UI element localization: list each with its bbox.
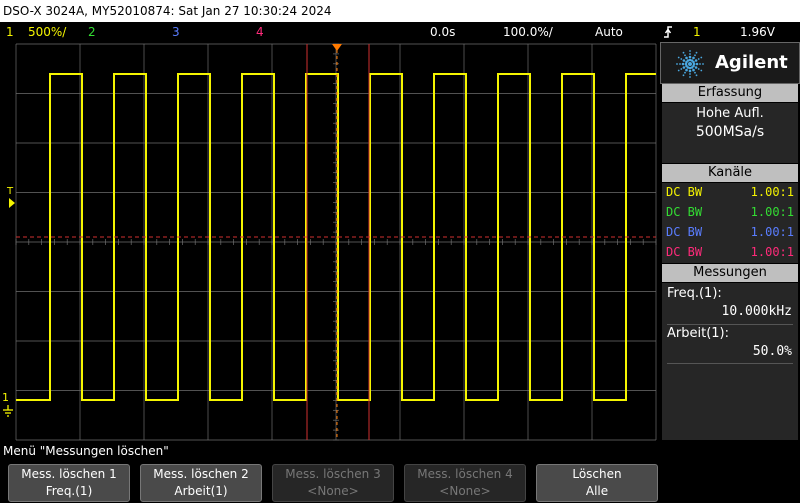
- logo-dot: [692, 68, 695, 72]
- logo-dot: [699, 63, 701, 65]
- logo-dot: [689, 53, 691, 55]
- ch4-number[interactable]: 4: [256, 22, 264, 42]
- logo-dot: [689, 76, 691, 78]
- ch2-number[interactable]: 2: [88, 22, 96, 42]
- logo-dot: [680, 68, 683, 70]
- logo-dot: [689, 50, 691, 52]
- logo-dot: [695, 62, 699, 66]
- logo-dot: [677, 56, 680, 59]
- logo-dot: [684, 54, 686, 57]
- waveform-display[interactable]: T 1: [0, 42, 660, 442]
- logo-dot: [694, 59, 698, 62]
- logo-dot: [676, 63, 678, 65]
- measurement-value-duty: 50.0%: [752, 344, 792, 359]
- measurement-divider: [667, 363, 793, 364]
- time-scale[interactable]: 100.0%/: [503, 22, 553, 42]
- logo-dot: [689, 73, 691, 75]
- trigger-source[interactable]: 1: [693, 22, 701, 42]
- acquisition-panel: Hohe Aufl. 500MSa/s: [662, 103, 798, 163]
- ch3-number[interactable]: 3: [172, 22, 180, 42]
- logo-dot: [677, 69, 680, 72]
- sample-rate: 500MSa/s: [695, 124, 765, 140]
- acquisition-mode: Hohe Aufl.: [696, 106, 764, 121]
- clear-meas-2-button[interactable]: Mess. löschen 2 Arbeit(1): [140, 464, 262, 502]
- logo-dot: [694, 66, 698, 69]
- measurement-value-freq: 10.000kHz: [721, 304, 792, 319]
- measurements-header[interactable]: Messungen: [662, 264, 798, 282]
- logo-dot: [680, 58, 683, 60]
- channels-header[interactable]: Kanäle: [662, 164, 798, 182]
- window-title: DSO-X 3024A, MY52010874: Sat Jan 27 10:3…: [0, 0, 800, 22]
- ground-icon: [2, 402, 14, 421]
- clear-all-button[interactable]: Löschen Alle: [536, 464, 658, 502]
- logo-dot: [682, 66, 686, 69]
- logo-dot: [688, 62, 692, 66]
- clear-meas-1-button[interactable]: Mess. löschen 1 Freq.(1): [8, 464, 130, 502]
- channels-panel: DC BW 1.00:1 DC BW 1.00:1 DC BW 1.00:1 DC B…: [662, 183, 798, 263]
- logo-dot: [695, 74, 698, 77]
- measurement-label-duty: Arbeit(1):: [667, 326, 729, 341]
- status-bar: 1 500%/ 2 3 4 0.0s 100.0%/ Auto 1 1.96V: [0, 22, 800, 42]
- logo-dot: [697, 68, 700, 70]
- logo-dot: [700, 69, 703, 72]
- brand-logo: Agilent: [660, 42, 800, 84]
- side-panel: Agilent Erfassung Hohe Aufl. 500MSa/s Ka…: [660, 42, 800, 442]
- logo-dot: [692, 56, 695, 60]
- logo-dot: [700, 56, 703, 59]
- logo-dot: [682, 59, 686, 62]
- softkey-bar: Mess. löschen 1 Freq.(1) Mess. löschen 2A…: [0, 460, 800, 503]
- logo-dot: [694, 71, 696, 74]
- logo-dot: [682, 51, 685, 54]
- trigger-position-marker: [332, 44, 342, 51]
- logo-dot: [685, 68, 688, 72]
- clear-meas-3-button[interactable]: Mess. löschen 3 <None>: [272, 464, 394, 502]
- trigger-level[interactable]: 1.96V: [740, 22, 775, 42]
- ch1-scale[interactable]: 500%/: [28, 22, 66, 42]
- logo-dot: [694, 54, 696, 57]
- logo-dot: [688, 55, 692, 59]
- logo-dot: [697, 58, 700, 60]
- measurements-panel: Freq.(1): 10.000kHz Arbeit(1): 50.0%: [662, 283, 798, 440]
- logo-dot: [692, 60, 695, 64]
- logo-dot: [679, 63, 681, 65]
- trigger-level-marker[interactable]: T: [7, 186, 13, 197]
- logo-dot: [702, 63, 704, 65]
- trigger-arrow-icon[interactable]: [9, 198, 15, 208]
- agilent-spark-icon: [675, 49, 705, 83]
- measurement-divider: [667, 324, 793, 325]
- logo-dot: [681, 62, 685, 66]
- logo-dot: [684, 71, 686, 74]
- ch1-number[interactable]: 1: [6, 22, 14, 42]
- acquisition-header[interactable]: Erfassung: [662, 84, 798, 102]
- logo-dot: [688, 69, 692, 73]
- graticule: [15, 43, 657, 441]
- measurement-label-freq: Freq.(1):: [667, 286, 722, 301]
- logo-dot: [685, 56, 688, 60]
- logo-dot: [695, 51, 698, 54]
- brand-name: Agilent: [715, 52, 788, 73]
- time-delay[interactable]: 0.0s: [430, 22, 455, 42]
- logo-dot: [682, 74, 685, 77]
- trigger-mode[interactable]: Auto: [595, 22, 623, 42]
- clear-meas-4-button[interactable]: Mess. löschen 4 <None>: [404, 464, 526, 502]
- menu-title: Menü "Messungen löschen": [3, 444, 169, 458]
